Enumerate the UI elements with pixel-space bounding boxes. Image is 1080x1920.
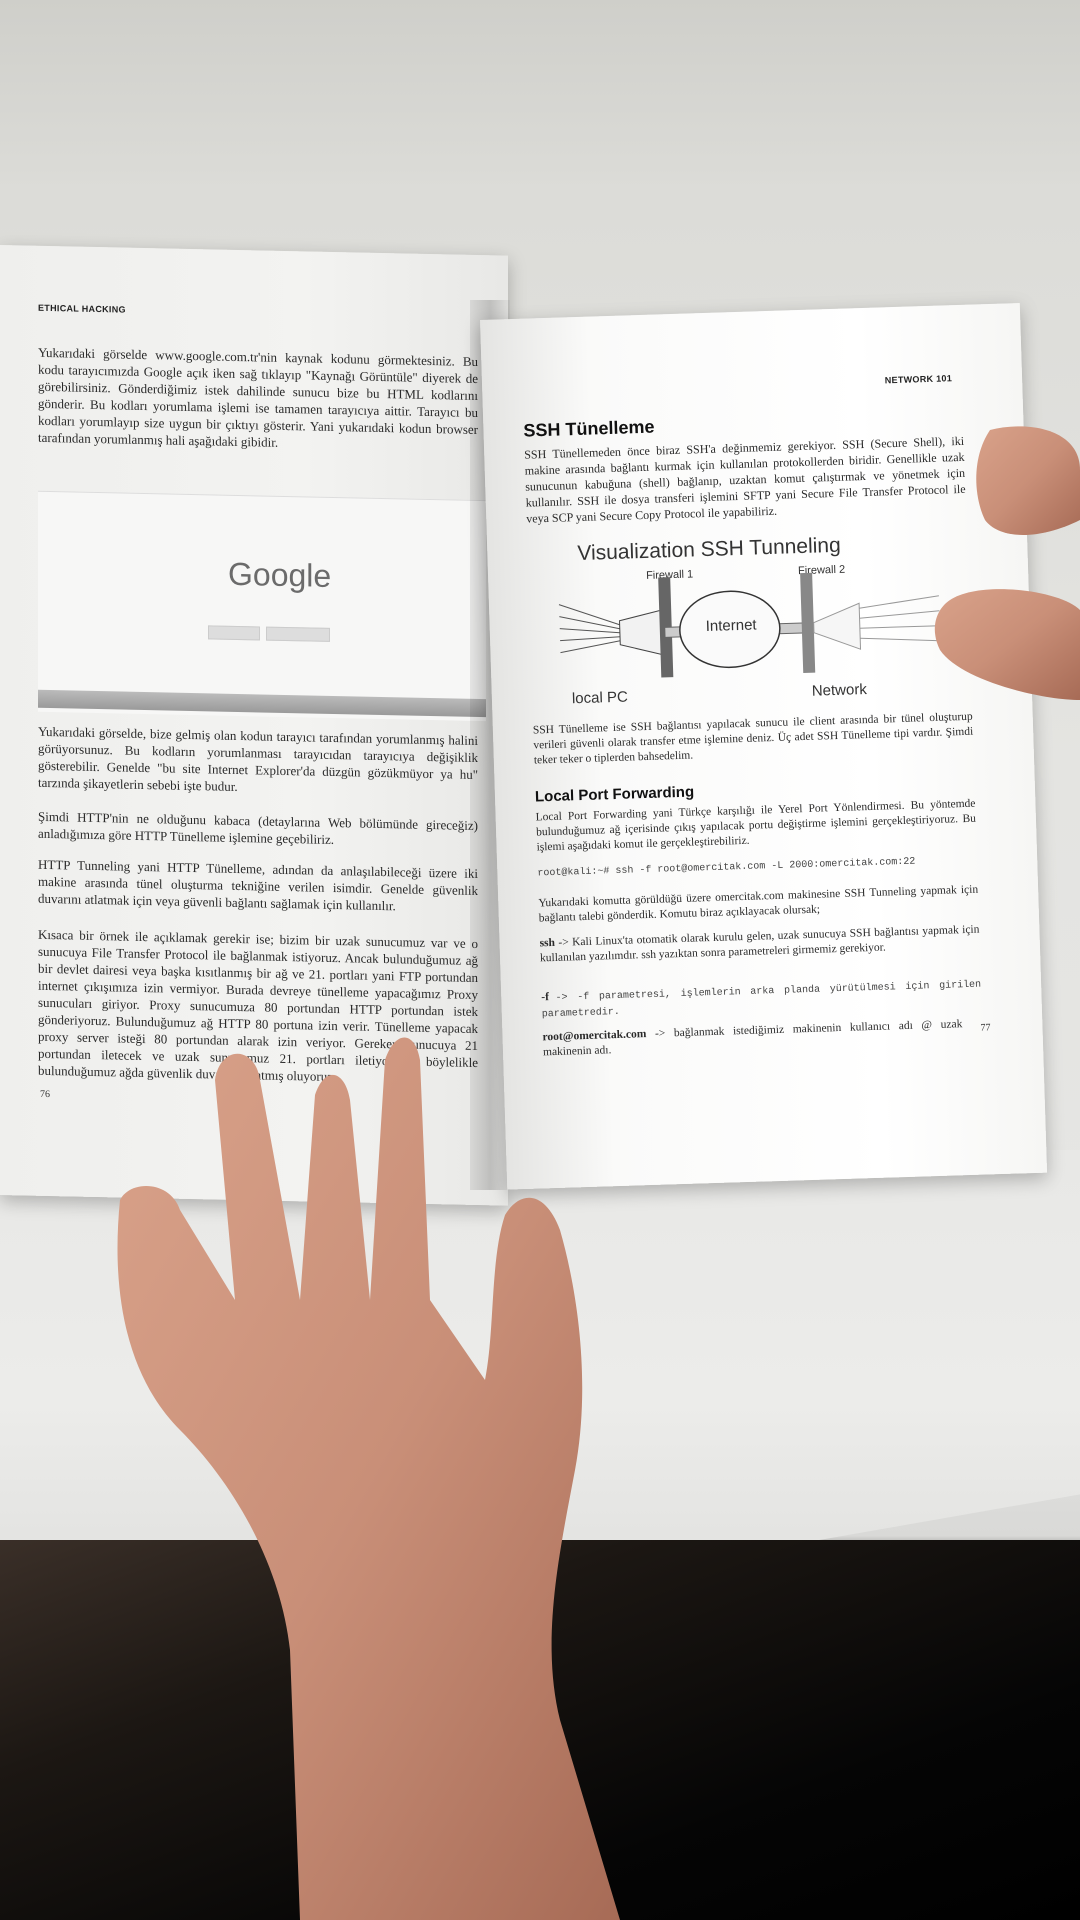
- right-para-2: SSH Tünelleme ise SSH bağlantısı yapılac…: [532, 710, 974, 767]
- table-surface: [0, 1150, 1080, 1570]
- heading-ssh-tunneling: SSH Tünelleme: [523, 416, 655, 441]
- screenshot-search-button: [208, 625, 260, 641]
- left-para-4: HTTP Tunneling yani HTTP Tünelleme, adın…: [38, 856, 478, 914]
- local-pc-lines: [558, 604, 621, 654]
- running-head-left: ETHICAL HACKING: [38, 302, 126, 315]
- f-param-text: -> -f parametresi, işlemlerin arka pland…: [541, 979, 982, 1021]
- tunnel-left-cone: [619, 608, 667, 656]
- left-para-1: Yukarıdaki görselde www.google.com.tr'ni…: [38, 344, 478, 450]
- running-head-right: NETWORK 101: [884, 373, 953, 386]
- ssh-term: ssh: [539, 936, 556, 950]
- network-label: Network: [811, 681, 868, 700]
- screenshot-lucky-button: [266, 626, 330, 642]
- google-logo: Google: [228, 555, 332, 594]
- right-para-4: Yukarıdaki komutta görüldüğü üzere omerc…: [538, 883, 979, 925]
- left-para-2: Yukarıdaki görselde, bize gelmiş olan ko…: [38, 723, 478, 794]
- right-page: NETWORK 101 SSH Tünelleme SSH Tünellemed…: [480, 303, 1048, 1190]
- root-explanation: root@omercitak.com -> bağlanmak istediği…: [542, 1017, 963, 1060]
- internet-label: Internet: [705, 616, 757, 636]
- google-screenshot: Google: [38, 490, 486, 722]
- ssh-explanation-text: -> Kali Linux'ta otomatik olarak kurulu …: [539, 923, 980, 965]
- left-para-3: Şimdi HTTP'nin ne olduğunu kabaca (detay…: [38, 808, 478, 847]
- left-para-5: Kısaca bir örnek ile açıklamak gerekir i…: [38, 926, 478, 1085]
- firewall-2: [800, 572, 816, 674]
- tunnel-right-cone: [813, 602, 862, 650]
- dark-floor: [0, 1540, 1080, 1920]
- ssh-tunnel-diagram: Visualization SSH Tunneling Firewall 1 F…: [517, 529, 982, 713]
- ssh-command-line: root@kali:~# ssh -f root@omercitak.com -…: [537, 856, 916, 880]
- page-number-left: 76: [40, 1088, 50, 1101]
- ssh-explanation: ssh -> Kali Linux'ta otomatik olarak kur…: [539, 923, 980, 967]
- local-pc-label: local PC: [571, 688, 629, 708]
- f-term: -f: [541, 991, 550, 1004]
- screenshot-footer-bar: [38, 689, 486, 718]
- network-lines: [859, 595, 941, 642]
- root-term: root@omercitak.com: [542, 1028, 647, 1044]
- heading-local-port-forwarding: Local Port Forwarding: [534, 783, 695, 806]
- left-page: ETHICAL HACKING Yukarıdaki görselde www.…: [0, 245, 508, 1206]
- right-para-1: SSH Tünellemeden önce biraz SSH'a değinm…: [524, 433, 966, 526]
- page-number-right: 77: [980, 1022, 991, 1034]
- f-param-explanation: -f -> -f parametresi, işlemlerin arka pl…: [541, 977, 982, 1023]
- right-para-3: Local Port Forwarding yani Türkçe karşıl…: [535, 797, 977, 854]
